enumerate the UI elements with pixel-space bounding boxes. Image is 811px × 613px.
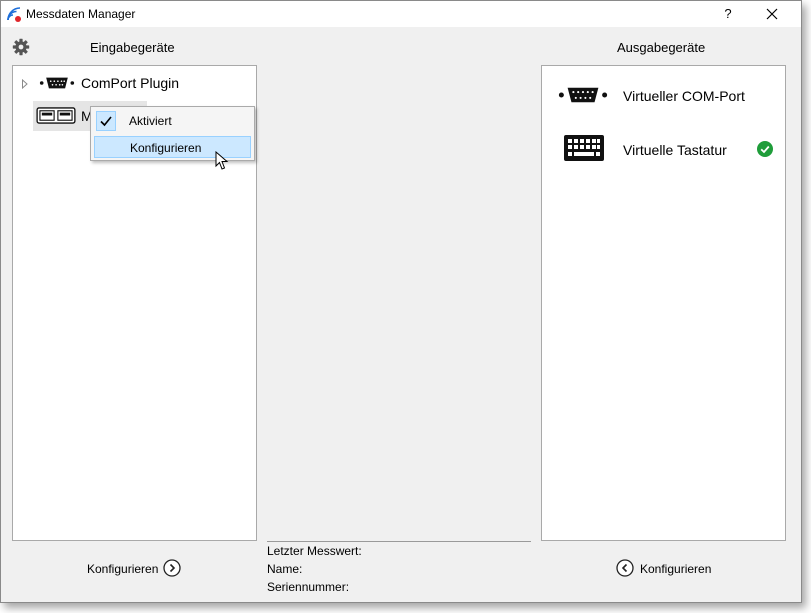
window-title: Messdaten Manager bbox=[26, 7, 136, 21]
context-menu: Aktiviert Konfigurieren bbox=[90, 106, 255, 161]
tree-item-label: ComPort Plugin bbox=[81, 75, 180, 91]
menu-item-label: Konfigurieren bbox=[130, 141, 202, 155]
menu-item-label: Aktiviert bbox=[129, 114, 172, 128]
output-device-label: Virtuelle Tastatur bbox=[623, 142, 727, 158]
input-devices-heading: Eingabegeräte bbox=[90, 40, 175, 55]
configure-inputs-button[interactable]: Konfigurieren bbox=[87, 559, 183, 579]
title-bar: Messdaten Manager ? bbox=[1, 1, 801, 27]
menu-item-aktiviert[interactable]: Aktiviert bbox=[94, 110, 251, 132]
chevron-left-circle-icon bbox=[616, 559, 634, 577]
tree-item-comport-plugin[interactable]: ComPort Plugin bbox=[35, 72, 235, 94]
last-value-label: Letzter Messwert: bbox=[267, 544, 362, 558]
info-separator bbox=[267, 541, 531, 542]
help-button[interactable]: ? bbox=[717, 3, 739, 25]
output-device-com-port[interactable]: Virtueller COM-Port bbox=[552, 82, 777, 108]
active-check-icon bbox=[757, 141, 773, 157]
output-devices-heading: Ausgabegeräte bbox=[617, 40, 706, 55]
wireless-signal-icon bbox=[7, 7, 21, 22]
output-device-label: Virtueller COM-Port bbox=[623, 88, 745, 104]
main-window: Messdaten Manager ? Eingabegeräte Ausgab… bbox=[0, 0, 802, 603]
keyboard-icon bbox=[564, 135, 604, 161]
gear-icon[interactable] bbox=[12, 38, 30, 56]
usb-device-icon bbox=[36, 107, 76, 124]
serial-number-label: Seriennummer: bbox=[267, 580, 350, 594]
button-label: Konfigurieren bbox=[640, 562, 712, 576]
output-devices-panel: Virtueller COM-Port Virtuelle Tastatur bbox=[541, 65, 786, 541]
close-icon bbox=[766, 8, 778, 20]
mouse-cursor-icon bbox=[215, 151, 229, 170]
name-label: Name: bbox=[267, 562, 303, 576]
button-label: Konfigurieren bbox=[87, 562, 159, 576]
serial-port-icon bbox=[558, 87, 608, 103]
chevron-right-circle-icon bbox=[163, 559, 181, 577]
serial-port-icon bbox=[39, 77, 75, 89]
checkmark-icon bbox=[100, 116, 112, 127]
close-button[interactable] bbox=[758, 3, 786, 25]
expand-arrow-icon[interactable] bbox=[21, 79, 29, 89]
output-device-keyboard[interactable]: Virtuelle Tastatur bbox=[552, 134, 777, 164]
configure-outputs-button[interactable]: Konfigurieren bbox=[616, 559, 716, 579]
checkbox-checked bbox=[96, 111, 116, 131]
